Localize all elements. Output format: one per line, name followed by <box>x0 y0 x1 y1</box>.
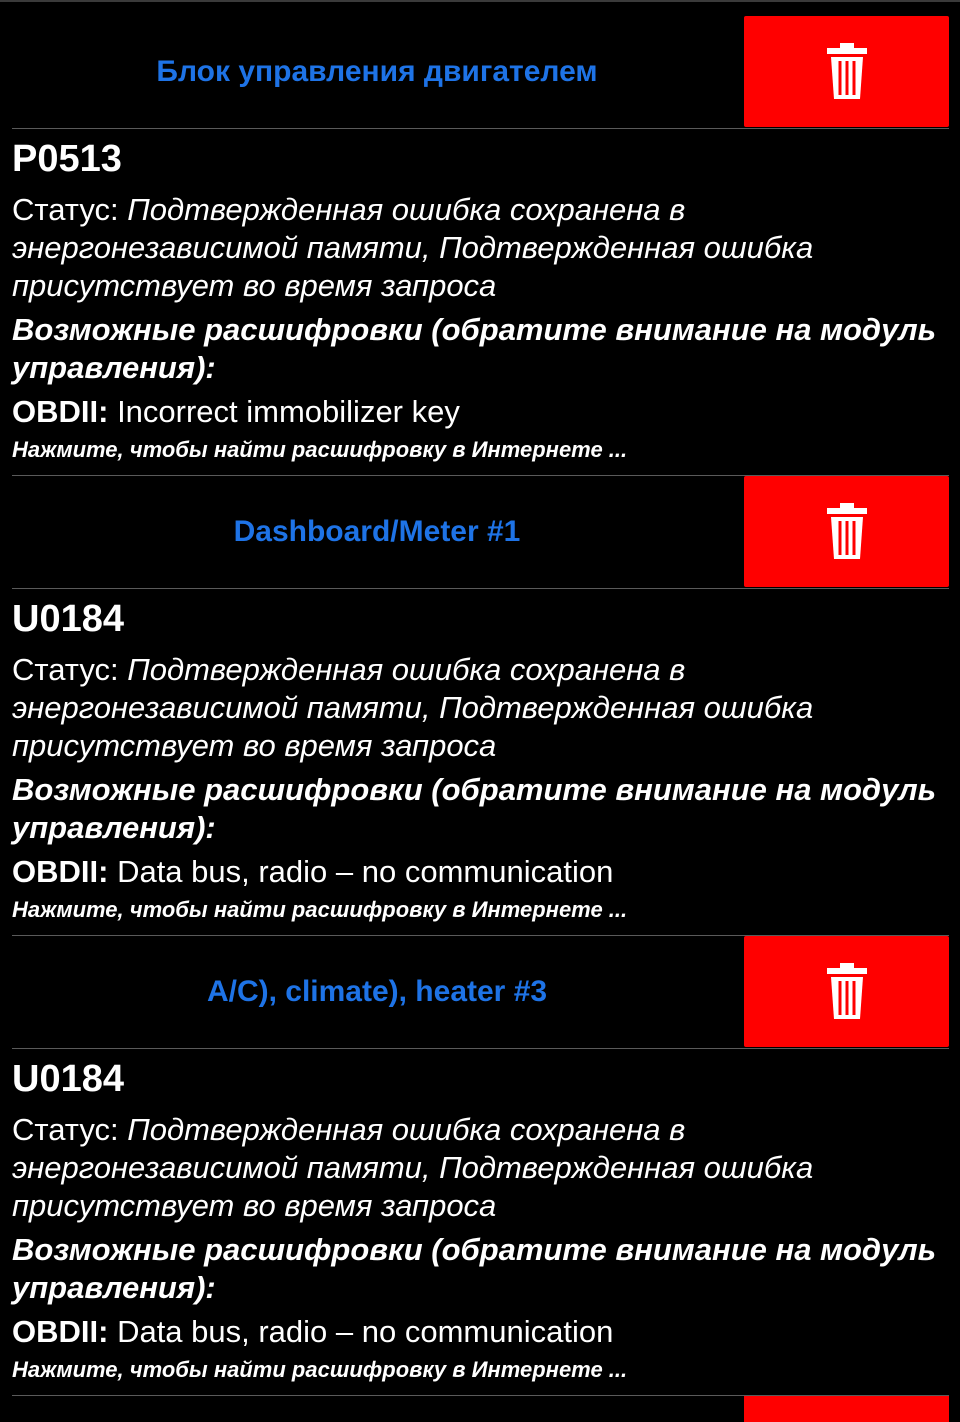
status-text: Статус: Подтвержденная ошибка сохранена … <box>12 651 932 765</box>
search-online-link[interactable]: Нажмите, чтобы найти расшифровку в Интер… <box>12 436 627 464</box>
dtc-entry: Dashboard/Meter #1 U0184 Статус: Подтвер… <box>0 476 960 936</box>
module-header: A/C), climate), heater #3 <box>0 936 960 1048</box>
obd-line: OBDII: Data bus, radio – no communicatio… <box>12 853 613 891</box>
obd-line: OBDII: Data bus, radio – no communicatio… <box>12 1313 613 1351</box>
dtc-entry: Блок управления двигателем P0513 Статус:… <box>0 16 960 476</box>
status-value: Подтвержденная ошибка сохранена в энерго… <box>12 652 814 763</box>
status-label: Статус: <box>12 652 119 687</box>
status-value: Подтвержденная ошибка сохранена в энерго… <box>12 1112 814 1223</box>
decode-title: Возможные расшифровки (обратите внимание… <box>12 1232 937 1305</box>
dtc-code: U0184 <box>12 598 124 640</box>
module-name: Блок управления двигателем <box>156 55 598 88</box>
status-value: Подтвержденная ошибка сохранена в энерго… <box>12 192 814 303</box>
obd-label: OBDII: <box>12 394 109 429</box>
status-label: Статус: <box>12 1112 119 1147</box>
delete-button[interactable] <box>744 1396 949 1422</box>
obd-label: OBDII: <box>12 1314 109 1349</box>
obd-value: Data bus, radio – no communication <box>117 854 614 889</box>
module-name: A/C), climate), heater #3 <box>206 975 548 1008</box>
decode-title: Возможные расшифровки (обратите внимание… <box>12 312 937 385</box>
trash-icon <box>826 962 867 1019</box>
delete-button[interactable] <box>744 16 949 127</box>
top-border <box>0 0 960 2</box>
divider <box>12 128 949 129</box>
delete-button[interactable] <box>744 936 949 1047</box>
search-online-link[interactable]: Нажмите, чтобы найти расшифровку в Интер… <box>12 896 627 924</box>
divider <box>12 588 949 589</box>
obd-value: Data bus, radio – no communication <box>117 1314 614 1349</box>
obd-line: OBDII: Incorrect immobilizer key <box>12 393 460 431</box>
trash-icon <box>826 42 867 99</box>
divider <box>12 1048 949 1049</box>
obd-label: OBDII: <box>12 854 109 889</box>
trash-icon <box>826 502 867 559</box>
status-text: Статус: Подтвержденная ошибка сохранена … <box>12 191 932 305</box>
module-header: Dashboard/Meter #1 <box>0 476 960 588</box>
delete-button[interactable] <box>744 476 949 587</box>
obd-value: Incorrect immobilizer key <box>117 394 460 429</box>
dtc-entry: A/C), climate), heater #3 U0184 Статус: … <box>0 936 960 1396</box>
status-label: Статус: <box>12 192 119 227</box>
decode-title: Возможные расшифровки (обратите внимание… <box>12 772 937 845</box>
dtc-code: U0184 <box>12 1058 124 1100</box>
status-text: Статус: Подтвержденная ошибка сохранена … <box>12 1111 932 1225</box>
search-online-link[interactable]: Нажмите, чтобы найти расшифровку в Интер… <box>12 1356 627 1384</box>
dtc-code: P0513 <box>12 138 122 180</box>
module-name: Dashboard/Meter #1 <box>233 515 521 548</box>
module-header: Блок управления двигателем <box>0 16 960 128</box>
